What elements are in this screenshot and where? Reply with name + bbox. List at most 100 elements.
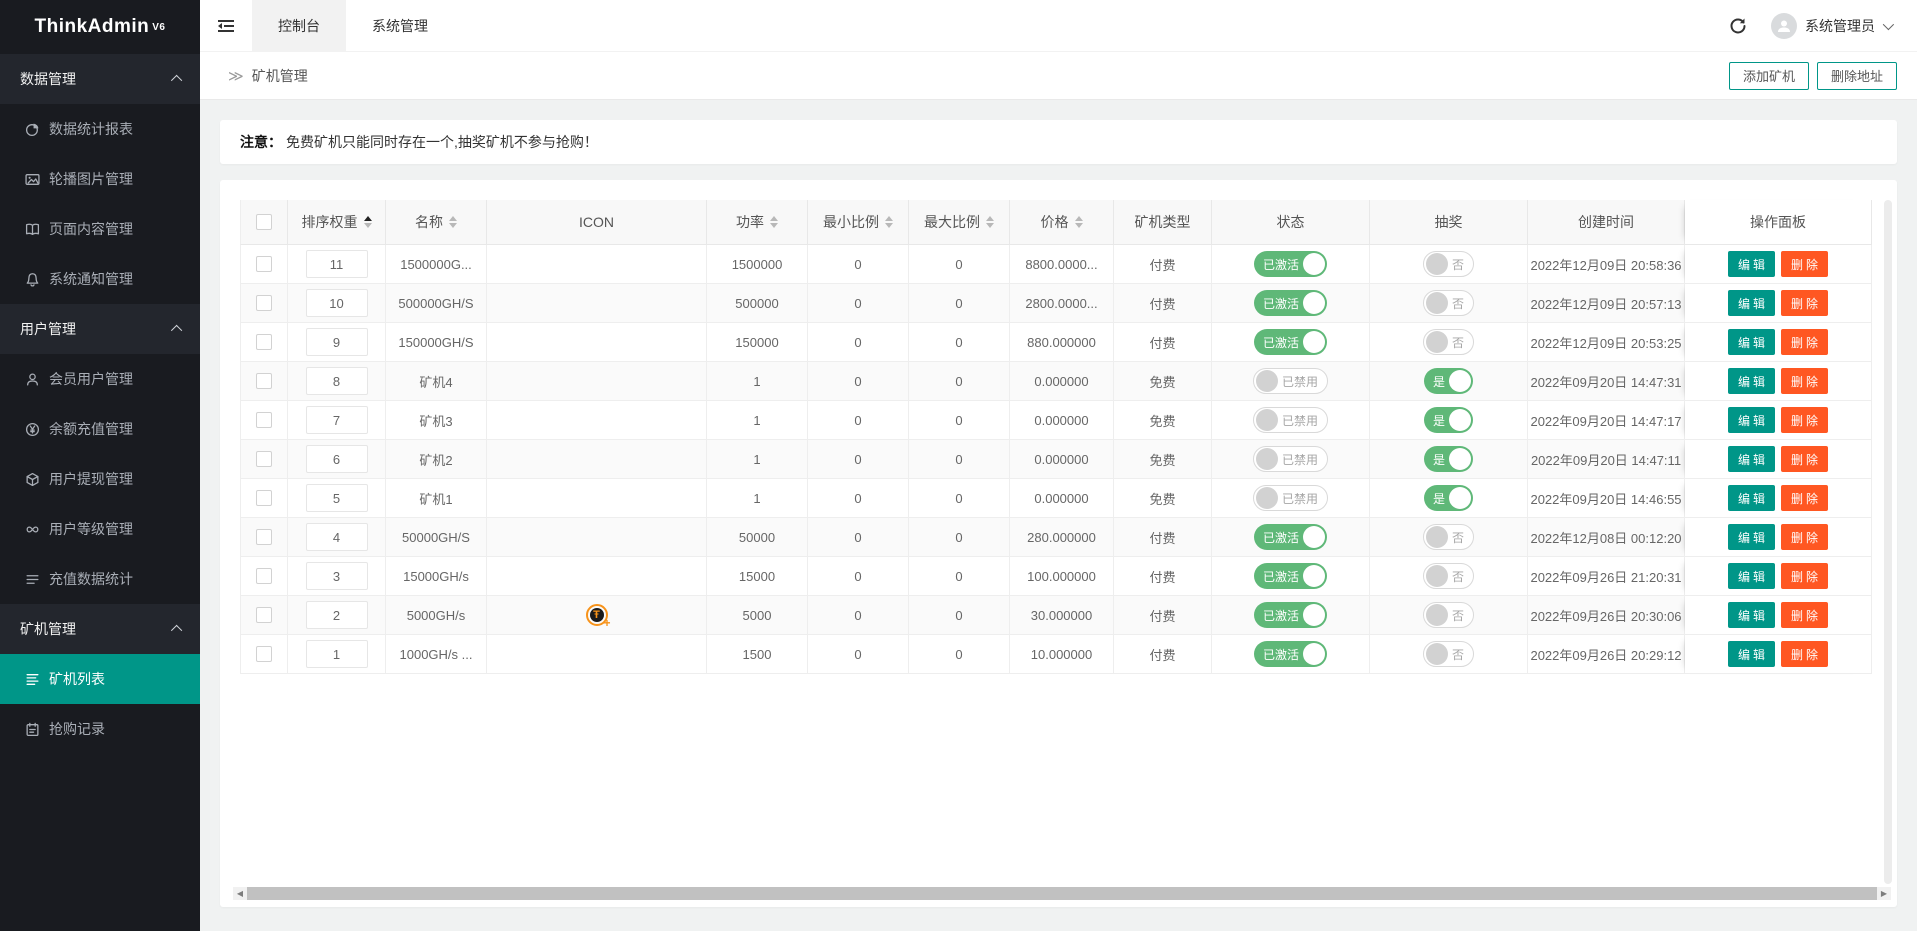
row-checkbox[interactable] (256, 334, 272, 350)
edit-button[interactable]: 编辑 (1728, 563, 1775, 589)
refresh-icon[interactable] (1727, 15, 1749, 37)
edit-button[interactable]: 编辑 (1728, 329, 1775, 355)
row-checkbox[interactable] (256, 295, 272, 311)
sidebar-item-数据统计报表[interactable]: 数据统计报表 (0, 104, 200, 154)
sidebar-item-矿机列表[interactable]: 矿机列表 (0, 654, 200, 704)
tab-system-management[interactable]: 系统管理 (346, 0, 454, 51)
sort-carets-icon[interactable] (770, 216, 778, 228)
edit-button[interactable]: 编辑 (1728, 290, 1775, 316)
column-header-6[interactable]: 最大比例 (909, 200, 1010, 245)
column-header-7[interactable]: 价格 (1010, 200, 1114, 245)
delete-button[interactable]: 删除 (1781, 446, 1828, 472)
weight-input[interactable] (306, 289, 368, 317)
column-header-4[interactable]: 功率 (707, 200, 808, 245)
horizontal-scrollbar-thumb[interactable] (247, 887, 1877, 900)
status-toggle[interactable]: 已激活 (1254, 329, 1327, 355)
lottery-toggle[interactable]: 是 (1424, 485, 1473, 511)
row-checkbox[interactable] (256, 529, 272, 545)
delete-button[interactable]: 删除 (1781, 290, 1828, 316)
status-toggle[interactable]: 已禁用 (1253, 368, 1328, 394)
column-header-1[interactable]: 排序权重 (288, 200, 386, 245)
column-header-5[interactable]: 最小比例 (808, 200, 909, 245)
sort-carets-icon[interactable] (364, 216, 372, 228)
sidebar-section-1[interactable]: 用户管理 (0, 304, 200, 354)
weight-input[interactable] (306, 562, 368, 590)
weight-input[interactable] (306, 601, 368, 629)
row-checkbox[interactable] (256, 568, 272, 584)
lottery-toggle[interactable]: 否 (1423, 329, 1474, 355)
row-checkbox[interactable] (256, 646, 272, 662)
status-toggle[interactable]: 已禁用 (1253, 485, 1328, 511)
scroll-right-icon[interactable]: ▶ (1877, 887, 1891, 900)
lottery-toggle[interactable]: 是 (1424, 446, 1473, 472)
weight-input[interactable] (306, 640, 368, 668)
sidebar-collapse-icon[interactable] (200, 0, 252, 51)
status-toggle[interactable]: 已激活 (1254, 290, 1327, 316)
weight-input[interactable] (306, 406, 368, 434)
delete-button[interactable]: 删除 (1781, 485, 1828, 511)
weight-input[interactable] (306, 484, 368, 512)
delete-address-button[interactable]: 删除地址 (1817, 62, 1897, 90)
status-toggle[interactable]: 已激活 (1254, 251, 1327, 277)
weight-input[interactable] (306, 250, 368, 278)
delete-button[interactable]: 删除 (1781, 368, 1828, 394)
delete-button[interactable]: 删除 (1781, 641, 1828, 667)
delete-button[interactable]: 删除 (1781, 407, 1828, 433)
sidebar-item-会员用户管理[interactable]: 会员用户管理 (0, 354, 200, 404)
delete-button[interactable]: 删除 (1781, 329, 1828, 355)
weight-input[interactable] (306, 328, 368, 356)
user-menu[interactable]: 系统管理员 (1771, 13, 1891, 39)
sidebar-section-2[interactable]: 矿机管理 (0, 604, 200, 654)
status-toggle[interactable]: 已激活 (1254, 563, 1327, 589)
row-checkbox[interactable] (256, 451, 272, 467)
sort-carets-icon[interactable] (885, 216, 893, 228)
delete-button[interactable]: 删除 (1781, 251, 1828, 277)
edit-button[interactable]: 编辑 (1728, 368, 1775, 394)
vertical-scrollbar[interactable] (1884, 200, 1892, 884)
edit-button[interactable]: 编辑 (1728, 407, 1775, 433)
select-all-checkbox[interactable] (256, 214, 272, 230)
status-toggle[interactable]: 已禁用 (1253, 407, 1328, 433)
scroll-left-icon[interactable]: ◀ (233, 887, 247, 900)
lottery-toggle[interactable]: 否 (1423, 524, 1474, 550)
sidebar-section-0[interactable]: 数据管理 (0, 54, 200, 104)
sidebar-item-用户等级管理[interactable]: 用户等级管理 (0, 504, 200, 554)
weight-input[interactable] (306, 523, 368, 551)
column-header-2[interactable]: 名称 (386, 200, 487, 245)
lottery-toggle[interactable]: 是 (1424, 407, 1473, 433)
lottery-toggle[interactable]: 否 (1423, 602, 1474, 628)
row-checkbox[interactable] (256, 256, 272, 272)
row-checkbox[interactable] (256, 490, 272, 506)
edit-button[interactable]: 编辑 (1728, 602, 1775, 628)
sort-carets-icon[interactable] (986, 216, 994, 228)
delete-button[interactable]: 删除 (1781, 602, 1828, 628)
sidebar-item-用户提现管理[interactable]: 用户提现管理 (0, 454, 200, 504)
sort-carets-icon[interactable] (449, 216, 457, 228)
edit-button[interactable]: 编辑 (1728, 641, 1775, 667)
sidebar-item-轮播图片管理[interactable]: 轮播图片管理 (0, 154, 200, 204)
lottery-toggle[interactable]: 是 (1424, 368, 1473, 394)
lottery-toggle[interactable]: 否 (1423, 290, 1474, 316)
delete-button[interactable]: 删除 (1781, 563, 1828, 589)
lottery-toggle[interactable]: 否 (1423, 251, 1474, 277)
sidebar-item-系统通知管理[interactable]: 系统通知管理 (0, 254, 200, 304)
row-checkbox[interactable] (256, 373, 272, 389)
lottery-toggle[interactable]: 否 (1423, 563, 1474, 589)
row-checkbox[interactable] (256, 412, 272, 428)
sort-carets-icon[interactable] (1075, 216, 1083, 228)
edit-button[interactable]: 编辑 (1728, 251, 1775, 277)
edit-button[interactable]: 编辑 (1728, 524, 1775, 550)
status-toggle[interactable]: 已激活 (1254, 641, 1327, 667)
edit-button[interactable]: 编辑 (1728, 446, 1775, 472)
edit-button[interactable]: 编辑 (1728, 485, 1775, 511)
delete-button[interactable]: 删除 (1781, 524, 1828, 550)
add-miner-button[interactable]: 添加矿机 (1729, 62, 1809, 90)
lottery-toggle[interactable]: 否 (1423, 641, 1474, 667)
weight-input[interactable] (306, 367, 368, 395)
tab-console[interactable]: 控制台 (252, 0, 346, 51)
status-toggle[interactable]: 已禁用 (1253, 446, 1328, 472)
status-toggle[interactable]: 已激活 (1254, 602, 1327, 628)
sidebar-item-抢购记录[interactable]: 抢购记录 (0, 704, 200, 754)
sidebar-item-充值数据统计[interactable]: 充值数据统计 (0, 554, 200, 604)
sidebar-item-页面内容管理[interactable]: 页面内容管理 (0, 204, 200, 254)
